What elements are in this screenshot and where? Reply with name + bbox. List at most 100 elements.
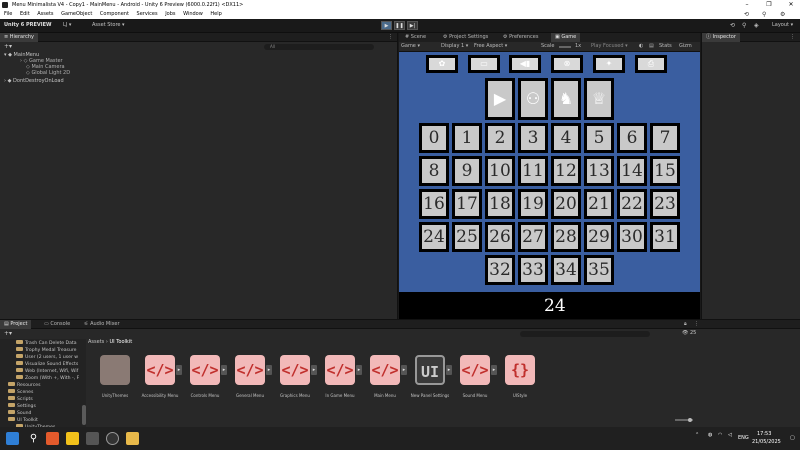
gizmos-button[interactable]: Gizm — [679, 43, 692, 49]
number-button[interactable]: 8 — [419, 156, 449, 186]
hierarchy-search-input[interactable]: All — [264, 44, 374, 50]
number-button[interactable]: 18 — [485, 189, 515, 219]
tab-project[interactable]: ▤ Project — [0, 320, 32, 329]
number-button[interactable]: 34 — [551, 255, 581, 285]
number-button[interactable]: 11 — [518, 156, 548, 186]
tree-item[interactable]: UI Toolkit — [8, 417, 76, 423]
search-icon[interactable]: ⚲ — [762, 10, 766, 19]
tab-project-settings[interactable]: ⚙ Project Settings — [439, 33, 492, 42]
minimize-button[interactable]: – — [738, 0, 756, 10]
step-button[interactable]: ▶| — [407, 21, 418, 30]
number-button[interactable]: 5 — [584, 123, 614, 153]
ddol-row[interactable]: › ◆ DontDestroyOnLoad — [4, 78, 64, 84]
number-button[interactable]: 3 — [518, 123, 548, 153]
asset-item[interactable]: </> ▸ Main Menu — [366, 355, 407, 419]
number-button[interactable]: 30 — [617, 222, 647, 252]
asset-item[interactable]: </> ▸ Accessibility Menu — [141, 355, 182, 419]
expand-arrow-icon[interactable]: ▸ — [446, 365, 452, 375]
asset-item[interactable]: </> ▸ Graphics Menu — [276, 355, 317, 419]
number-button[interactable]: 4 — [551, 123, 581, 153]
notifications-icon[interactable]: ▢ — [790, 435, 795, 441]
asset-item[interactable]: </> ▸ In Game Menu — [321, 355, 362, 419]
layout-dropdown[interactable]: Layout ▾ — [772, 22, 793, 28]
tree-item[interactable]: Visualize Sound Effects — [16, 361, 84, 367]
number-button[interactable]: 9 — [452, 156, 482, 186]
tab-preferences[interactable]: ⚙ Preferences — [499, 33, 543, 42]
search-toolbar-icon[interactable]: ⚲ — [742, 22, 746, 29]
number-button[interactable]: 25 — [452, 222, 482, 252]
asset-item[interactable]: </> ▸ Controls Menu — [186, 355, 227, 419]
pause-button[interactable]: ❚❚ — [394, 21, 405, 30]
file-explorer-icon[interactable] — [126, 432, 139, 445]
game-viewport[interactable]: ✿ ▭ ◀▮ ⊗ ✦ ⎙ ▶ ⚇ ♞ ♕ 0 1 2 3 4 5 6 7 8 9 10 11 12 13 1… — [399, 52, 700, 319]
tree-item[interactable]: Trophy Medal Treasure — [16, 347, 84, 353]
language-indicator[interactable]: ENG — [738, 435, 749, 441]
number-button[interactable]: 33 — [518, 255, 548, 285]
display-dropdown[interactable]: Display 1 ▾ — [441, 43, 468, 49]
menu-component[interactable]: Component — [100, 11, 129, 17]
hier-item-global-light[interactable]: ◇ Global Light 2D — [26, 70, 70, 76]
number-button[interactable]: 2 — [485, 123, 515, 153]
menu-medal-button[interactable]: ♕ — [584, 78, 614, 120]
asset-item[interactable]: </> ▸ General Menu — [231, 355, 272, 419]
maximize-button[interactable]: ❐ — [760, 0, 778, 10]
asset-item[interactable]: </> ▸ Sound Menu — [456, 355, 497, 419]
asset-store-dropdown[interactable]: Asset Store ▾ — [92, 22, 125, 28]
number-button[interactable]: 29 — [584, 222, 614, 252]
menu-gameobject[interactable]: GameObject — [61, 11, 92, 17]
play-button[interactable]: ▶ — [381, 21, 392, 30]
asset-item[interactable]: UnityThemes — [96, 355, 134, 419]
number-button[interactable]: 16 — [419, 189, 449, 219]
expand-arrow-icon[interactable]: ▸ — [401, 365, 407, 375]
tab-console[interactable]: ▭ Console — [40, 320, 74, 329]
clock-date[interactable]: 21/05/2025 — [752, 439, 781, 445]
number-button[interactable]: 22 — [617, 189, 647, 219]
number-button[interactable]: 7 — [650, 123, 680, 153]
wifi-icon[interactable]: ◠ — [718, 432, 722, 438]
menu-file[interactable]: File — [4, 11, 12, 17]
add-object-icon[interactable]: +▾ — [4, 43, 12, 50]
number-button[interactable]: 1 — [452, 123, 482, 153]
tree-item[interactable]: Sound — [8, 410, 76, 416]
number-button[interactable]: 20 — [551, 189, 581, 219]
settings-icon[interactable]: ⚙ — [780, 10, 785, 19]
breadcrumb-ui-toolkit[interactable]: UI Toolkit — [109, 339, 132, 345]
tree-item[interactable]: Trash Can Delete Data — [16, 340, 84, 346]
number-button[interactable]: 0 — [419, 123, 449, 153]
number-button[interactable]: 32 — [485, 255, 515, 285]
asset-item[interactable]: UI ▸ New Panel Settings — [411, 355, 452, 419]
number-button[interactable]: 19 — [518, 189, 548, 219]
sticky-notes-icon[interactable] — [66, 432, 79, 445]
stats-button[interactable]: Stats — [659, 43, 672, 49]
tree-item[interactable]: Resources — [8, 382, 76, 388]
number-button[interactable]: 13 — [584, 156, 614, 186]
menu-users-button[interactable]: ⚇ — [518, 78, 548, 120]
tray-app-icon[interactable]: ◍ — [708, 432, 712, 438]
expand-arrow-icon[interactable]: ▸ — [176, 365, 182, 375]
tree-item[interactable]: Scripts — [8, 396, 76, 402]
number-button[interactable]: 28 — [551, 222, 581, 252]
expand-arrow-icon[interactable]: ▸ — [356, 365, 362, 375]
create-asset-icon[interactable]: +▾ — [4, 330, 12, 337]
menu-window[interactable]: Window — [183, 11, 203, 17]
tree-item[interactable]: Settings — [8, 403, 76, 409]
unity-editor-icon[interactable] — [106, 432, 119, 445]
tab-game[interactable]: ▣ Game — [551, 33, 581, 42]
number-button[interactable]: 26 — [485, 222, 515, 252]
number-button[interactable]: 15 — [650, 156, 680, 186]
search-taskbar-icon[interactable]: ⚲ — [27, 432, 40, 445]
scale-slider[interactable] — [559, 46, 571, 48]
top-accessibility-button[interactable]: ⎙ — [635, 55, 667, 73]
number-button[interactable]: 24 — [419, 222, 449, 252]
asset-item[interactable]: {} UIStyle — [501, 355, 539, 419]
number-button[interactable]: 31 — [650, 222, 680, 252]
expand-arrow-icon[interactable]: ▸ — [311, 365, 317, 375]
number-button[interactable]: 10 — [485, 156, 515, 186]
number-button[interactable]: 17 — [452, 189, 482, 219]
menu-edit[interactable]: Edit — [20, 11, 30, 17]
project-menu-icon[interactable]: ⋮ — [690, 320, 703, 329]
top-display-button[interactable]: ▭ — [468, 55, 500, 73]
tab-inspector[interactable]: ⓘ Inspector — [702, 33, 740, 42]
account-dropdown[interactable]: LJ ▾ — [63, 22, 71, 28]
menu-play-button[interactable]: ▶ — [485, 78, 515, 120]
